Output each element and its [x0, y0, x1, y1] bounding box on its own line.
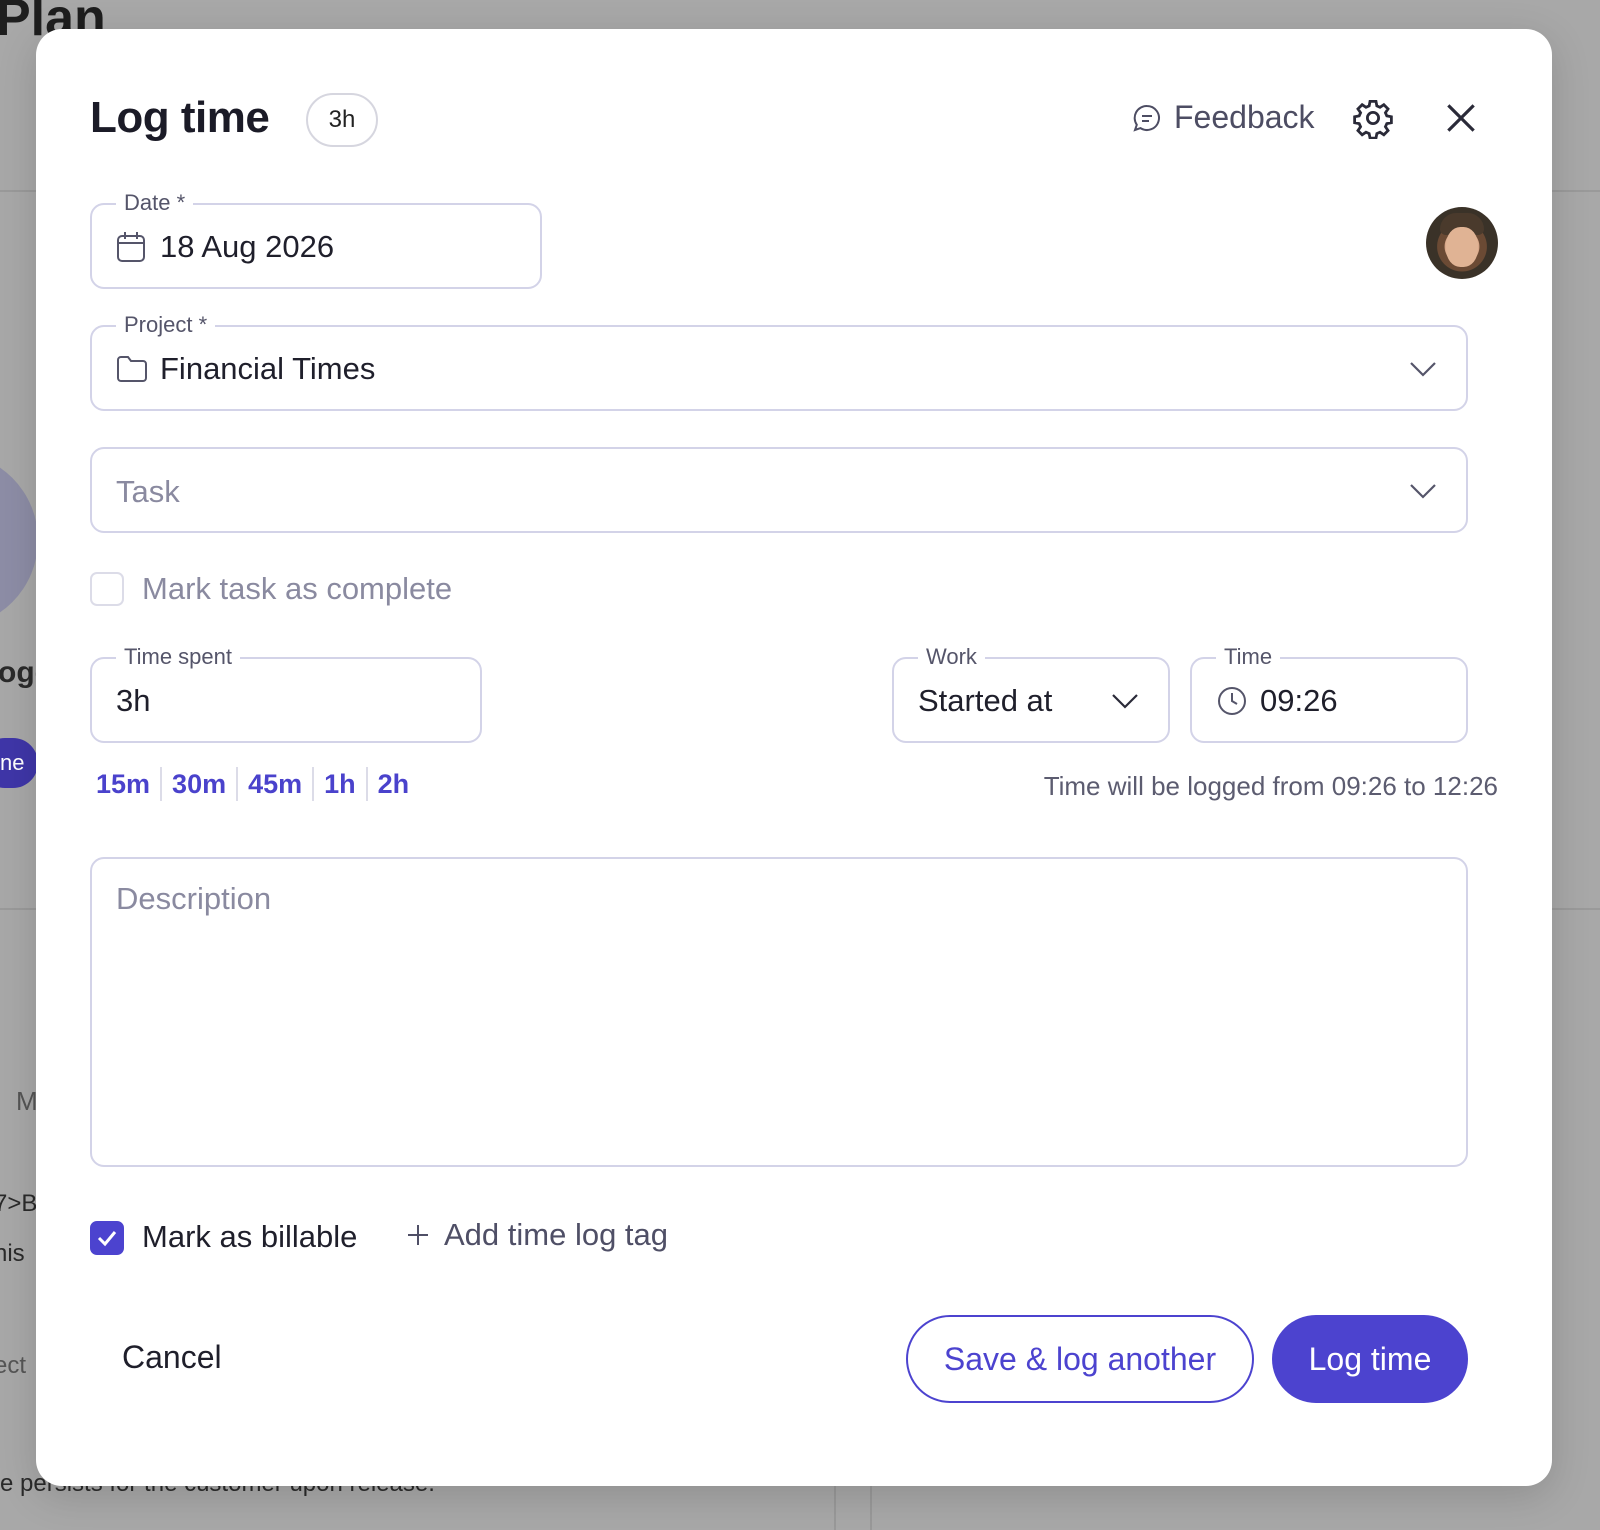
work-label: Work: [918, 644, 985, 670]
background-text: 7>B: [0, 1190, 38, 1217]
project-select[interactable]: Project * Financial Times: [90, 312, 1468, 411]
add-time-log-tag-button[interactable]: Add time log tag: [406, 1217, 668, 1253]
chat-bubble-icon: [1133, 104, 1160, 132]
chevron-down-icon: [1112, 694, 1138, 709]
background-timer-graphic: [0, 452, 38, 628]
time-input[interactable]: Time 09:26: [1190, 644, 1468, 743]
quick-duration-45m[interactable]: 45m: [236, 767, 312, 801]
time-value: 09:26: [1260, 683, 1338, 718]
save-and-log-another-button[interactable]: Save & log another: [906, 1315, 1254, 1403]
quick-duration-15m[interactable]: 15m: [96, 767, 160, 801]
feedback-button[interactable]: Feedback: [1132, 99, 1315, 136]
time-label: Time: [1216, 644, 1281, 670]
time-spent-value: 3h: [116, 683, 151, 718]
task-placeholder: Task: [116, 474, 180, 509]
quick-duration-list: 15m 30m 45m 1h 2h: [96, 767, 419, 801]
duration-badge: 3h: [306, 93, 378, 147]
mark-complete-checkbox[interactable]: [90, 572, 124, 606]
quick-duration-30m[interactable]: 30m: [160, 767, 236, 801]
task-select[interactable]: Task: [90, 447, 1468, 533]
log-time-button[interactable]: Log time: [1272, 1315, 1468, 1403]
date-field[interactable]: Date * 18 Aug 2026: [90, 190, 542, 289]
log-time-dialog: Log time 3h Feedback Date * 18 Aug 2026: [36, 29, 1552, 1486]
date-label: Date *: [116, 190, 194, 216]
gear-icon[interactable]: [1352, 97, 1394, 139]
mark-complete-label: Mark task as complete: [142, 571, 453, 606]
work-select[interactable]: Work Started at: [892, 644, 1170, 743]
description-textarea[interactable]: Description: [90, 857, 1468, 1167]
clock-icon: [1218, 687, 1246, 715]
add-tag-label: Add time log tag: [444, 1217, 669, 1252]
calendar-icon: [117, 232, 145, 262]
folder-icon: [117, 356, 147, 382]
description-placeholder: Description: [116, 881, 272, 916]
date-value: 18 Aug 2026: [160, 229, 335, 264]
background-text: M: [16, 1086, 38, 1116]
billable-label: Mark as billable: [142, 1219, 358, 1254]
quick-duration-2h[interactable]: 2h: [365, 767, 420, 801]
quick-duration-1h[interactable]: 1h: [312, 767, 366, 801]
avatar[interactable]: [1426, 207, 1498, 279]
background-text: ect: [0, 1352, 27, 1379]
chevron-down-icon: [1410, 484, 1436, 499]
dialog-title: Log time: [90, 93, 270, 142]
time-spent-input[interactable]: Time spent 3h: [90, 644, 482, 743]
background-pill: ne: [0, 738, 38, 788]
close-icon[interactable]: [1442, 99, 1480, 137]
billable-checkbox[interactable]: [90, 1221, 124, 1255]
background-divider: [834, 1486, 836, 1530]
time-spent-label: Time spent: [116, 644, 241, 670]
logged-time-info: Time will be logged from 09:26 to 12:26: [1043, 771, 1498, 801]
plus-icon: [408, 1225, 428, 1245]
background-divider: [0, 190, 40, 192]
cancel-button[interactable]: Cancel: [122, 1339, 222, 1376]
work-value: Started at: [918, 683, 1053, 718]
background-divider: [870, 1486, 872, 1530]
checkmark-icon: [97, 1231, 117, 1247]
background-text: his: [0, 1240, 25, 1267]
feedback-label: Feedback: [1174, 99, 1315, 135]
chevron-down-icon: [1410, 362, 1436, 377]
background-divider: [0, 908, 40, 910]
project-label: Project *: [116, 312, 216, 338]
project-value: Financial Times: [160, 351, 376, 386]
